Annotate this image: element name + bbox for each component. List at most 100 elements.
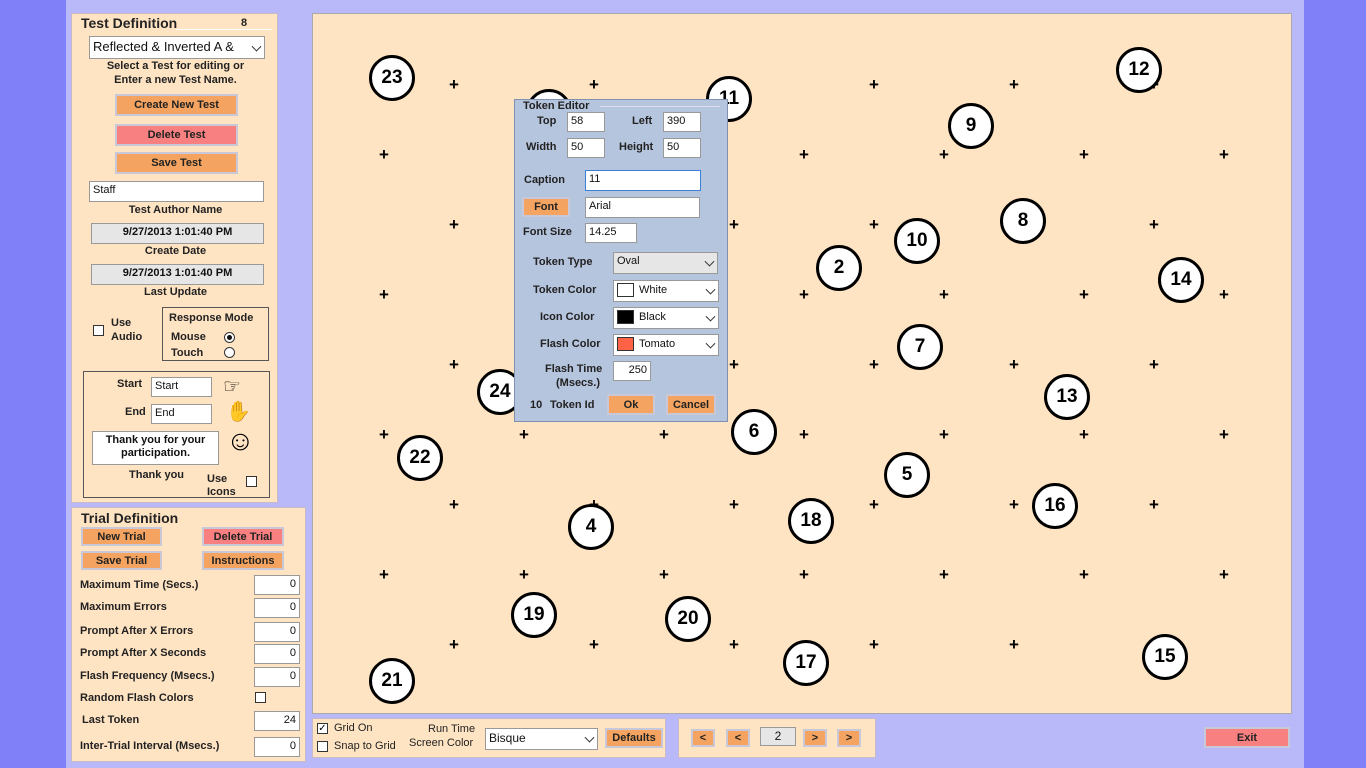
caption-field[interactable]: 11 [585,170,701,191]
token-type-label: Token Type [533,256,593,268]
token-14[interactable]: 14 [1158,257,1204,303]
delete-trial-button[interactable]: Delete Trial [202,527,284,546]
create-test-button[interactable]: Create New Test [115,94,238,116]
top-label: Top [537,115,557,127]
end-label: End [125,406,146,418]
grid-cross: + [1219,145,1229,164]
use-icons-checkbox[interactable] [246,476,257,487]
cancel-button[interactable]: Cancel [666,394,716,415]
author-name-field[interactable]: Staff [89,181,264,202]
grid-cross: + [519,425,529,444]
token-21[interactable]: 21 [369,658,415,704]
max-errors-field[interactable]: 0 [254,598,300,618]
test-select[interactable]: Reflected & Inverted A & [89,36,265,59]
mouse-radio[interactable] [224,332,235,343]
trial-definition-title: Trial Definition [81,510,179,526]
new-trial-button[interactable]: New Trial [81,527,162,546]
token-18[interactable]: 18 [788,498,834,544]
next-trial-button[interactable]: > [803,729,827,747]
grid-cross: + [939,565,949,584]
response-mode-title: Response Mode [169,312,254,324]
flash-color-label: Flash Color [540,338,601,350]
use-audio-checkbox[interactable] [93,325,104,336]
thank-you-field[interactable]: Thank you for your participation. [92,431,219,465]
token-color-select[interactable]: White [613,280,719,302]
inter-trial-field[interactable]: 0 [254,737,300,757]
max-time-label: Maximum Time (Secs.) [80,579,199,591]
last-trial-button[interactable]: > [837,729,861,747]
token-22[interactable]: 22 [397,435,443,481]
snap-to-grid-checkbox[interactable] [317,741,328,752]
token-type-select[interactable]: Oval [613,252,718,274]
token-20[interactable]: 20 [665,596,711,642]
test-canvas[interactable]: + + + + + + + + + + + + + + + + + + + + + + + + + + + + + + + + + + + + + + + +… [312,13,1292,714]
font-button[interactable]: Font [522,197,570,217]
random-flash-checkbox[interactable] [255,692,266,703]
test-select-value: Reflected & Inverted A & [93,39,234,54]
token-type-value: Oval [617,255,640,267]
token-5[interactable]: 5 [884,452,930,498]
font-size-label: Font Size [523,226,572,238]
grid-cross: + [939,285,949,304]
token-17[interactable]: 17 [783,640,829,686]
ok-button[interactable]: Ok [607,394,655,415]
grid-cross: + [379,145,389,164]
token-13[interactable]: 13 [1044,374,1090,420]
max-time-field[interactable]: 0 [254,575,300,595]
delete-test-button[interactable]: Delete Test [115,124,238,146]
token-7[interactable]: 7 [897,324,943,370]
token-19[interactable]: 19 [511,592,557,638]
screen-color-select[interactable]: Bisque [485,728,598,750]
prompt-seconds-field[interactable]: 0 [254,644,300,664]
icon-color-select[interactable]: Black [613,307,719,329]
token-2[interactable]: 2 [816,245,862,291]
token-23[interactable]: 23 [369,55,415,101]
defaults-button[interactable]: Defaults [605,728,663,748]
editor-title-rule [600,106,720,107]
select-hint-line1: Select a Test for editing or [106,60,245,72]
start-field[interactable]: Start [151,377,212,397]
font-size-field[interactable]: 14.25 [585,223,637,243]
token-15[interactable]: 15 [1142,634,1188,680]
token-16[interactable]: 16 [1032,483,1078,529]
grid-on-label: Grid On [334,722,373,734]
token-4[interactable]: 4 [568,504,614,550]
touch-radio[interactable] [224,347,235,358]
snap-to-grid-label: Snap to Grid [334,740,396,752]
grid-cross: + [1079,285,1089,304]
token-editor-title: Token Editor [523,100,590,112]
top-field[interactable]: 58 [567,112,605,132]
token-12[interactable]: 12 [1116,47,1162,93]
icon-color-label: Icon Color [540,311,595,323]
grid-cross: + [659,425,669,444]
token-10[interactable]: 10 [894,218,940,264]
grid-on-checkbox[interactable]: ✓ [317,723,328,734]
waving-hand-icon: ✋ [226,401,251,423]
grid-cross: + [939,425,949,444]
prompt-errors-field[interactable]: 0 [254,622,300,642]
response-mode-box: Response Mode Mouse Touch [162,307,269,361]
run-time-label-line1: Run Time [428,723,476,735]
last-token-field[interactable]: 24 [254,711,300,731]
token-8[interactable]: 8 [1000,198,1046,244]
width-field[interactable]: 50 [567,138,605,158]
grid-cross: + [379,425,389,444]
flash-color-select[interactable]: Tomato [613,334,719,356]
left-field[interactable]: 390 [663,112,701,132]
save-trial-button[interactable]: Save Trial [81,551,162,570]
instructions-button[interactable]: Instructions [202,551,284,570]
grid-cross: + [799,285,809,304]
save-test-button[interactable]: Save Test [115,152,238,174]
exit-button[interactable]: Exit [1204,727,1290,748]
previous-trial-button[interactable]: < [726,729,750,747]
chevron-down-icon [705,284,716,295]
token-6[interactable]: 6 [731,409,777,455]
grid-cross: + [1079,425,1089,444]
flash-frequency-field[interactable]: 0 [254,667,300,687]
first-trial-button[interactable]: < [691,729,715,747]
height-field[interactable]: 50 [663,138,701,158]
grid-cross: + [449,495,459,514]
token-9[interactable]: 9 [948,103,994,149]
flash-time-field[interactable]: 250 [613,361,651,381]
end-field[interactable]: End [151,404,212,424]
